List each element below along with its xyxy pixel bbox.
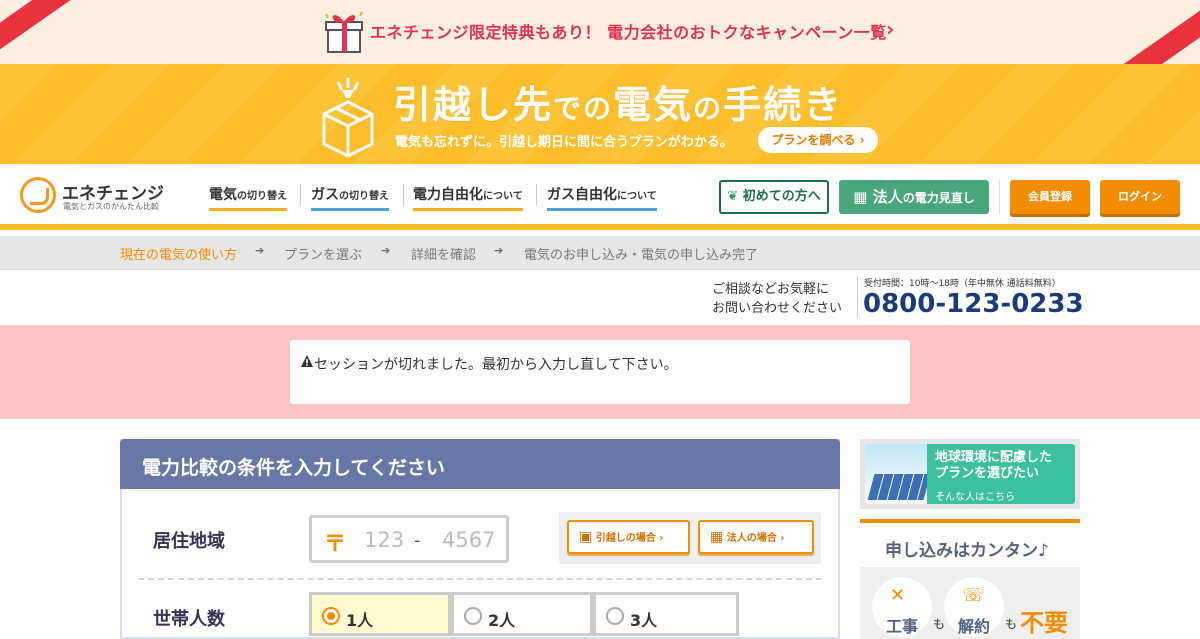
radio-button[interactable] [322,607,340,625]
zip-code-input[interactable]: 〒 123 - 4567 [309,515,509,563]
form-title: 電力比較の条件を入力してください [142,457,445,479]
ribbon-decoration [1106,0,1200,64]
radio-button[interactable] [464,607,482,625]
corporate-case-button[interactable]: ▦ 法人の場合 › [698,520,814,554]
session-expired-alert: セッションが切れました。最初から入力し直して下さい。 [290,340,910,404]
box-icon: ▣ [579,529,593,545]
login-button[interactable]: ログイン [1100,180,1180,214]
nav-divider [999,180,1000,214]
hero-title: 引越し先での電気の手続き [393,83,844,127]
register-button[interactable]: 会員登録 [1010,180,1090,214]
step-choose-plan: プランを選ぶ [284,248,363,263]
tools-icon: ✕ [890,585,906,606]
nav-gas-switch[interactable]: ガスの切り替え [311,184,389,211]
nav-electricity-switch[interactable]: 電気の切り替え [209,184,287,211]
alert-section: セッションが切れました。最初から入力し直して下さい。 [0,325,1200,419]
step-confirm: 詳細を確認 [411,248,477,263]
check-plans-button[interactable]: プランを調べる › [758,127,878,153]
eco-heading: 地球環境に配慮した プランを選びたい [935,450,1053,481]
postal-mark-icon: 〒 [324,532,347,557]
region-label: 居住地域 [153,531,225,552]
form-divider [138,578,822,580]
step-arrow-icon: ➔ [494,244,504,257]
nav-power-liberalization[interactable]: 電力自由化について [413,184,523,211]
zip-dash: - [414,530,421,551]
alert-message: セッションが切れました。最初から入力し直して下さい。 [314,357,678,373]
no-construction-badge: ✕ 工事 [872,577,932,637]
logo-tagline: 電気とガスのかんたん比較 [63,202,159,211]
household-label: 世帯人数 [153,609,225,630]
not-required-text: 不要 [1020,609,1068,637]
building-icon: ▦ [710,529,724,545]
mo-text: も [933,617,946,631]
chevron-right-icon: › [886,17,895,41]
gift-box-icon [325,11,363,53]
step-current-usage: 現在の電気の使い方 [120,248,238,263]
household-option-2[interactable]: 2人 [451,592,593,636]
radio-button[interactable] [606,607,624,625]
easy-title: 申し込みはカンタン♪ [885,541,1049,561]
nav-divider [536,184,537,206]
global-nav: エネチェンジ 電気とガスのかんたん比較 電気の切り替え ガスの切り替え 電力自由… [0,164,1200,230]
contact-area: ご相談などお気軽に お問い合わせください 受付時間：10時〜18時（年中無休 通話… [0,270,1200,325]
eco-text-box: 地球環境に配慮した プランを選びたい そんな人はこちら [927,444,1075,504]
contact-divider [857,276,858,318]
household-option-1[interactable]: 1人 [309,592,451,636]
special-case-buttons: ▣ 引越しの場合 › ▦ 法人の場合 › [559,512,821,564]
contact-hours: 受付時間：10時〜18時（年中無休 通話料無料） [864,279,1061,289]
solar-panel-icon [867,474,931,500]
ribbon-decoration [0,0,94,64]
step-apply-complete: 電気のお申し込み・電気の申し込み完了 [524,248,759,263]
site-logo[interactable]: エネチェンジ 電気とガスのかんたん比較 [20,177,170,217]
warning-icon [301,355,313,367]
step-arrow-icon: ➔ [255,244,265,257]
no-cancellation-badge: ☏ 解約 [944,577,1004,637]
moving-hero-banner[interactable]: 引越し先での電気の手続き 電気も忘れずに。引越し期日に間に合うプランがわかる。 … [0,64,1200,164]
beginner-button[interactable]: ❦ 初めての方へ [719,180,829,214]
contact-prompt: ご相談などお気軽に お問い合わせください [712,282,843,316]
zip-second-field[interactable]: 4567 [442,528,495,552]
building-icon: ▦ [853,188,868,206]
moving-case-button[interactable]: ▣ 引越しの場合 › [567,520,690,554]
nav-divider [403,184,404,206]
zip-first-field[interactable]: 123 [364,528,404,552]
solar-panel-image [865,444,931,504]
step-arrow-icon: ➔ [381,244,391,257]
household-option-3[interactable]: 3人 [593,592,739,636]
eco-plan-banner[interactable]: 地球環境に配慮した プランを選びたい そんな人はこちら [860,439,1080,509]
logo-mark-icon [20,177,56,213]
campaign-text: エネチェンジ限定特典もあり！ 電力会社のおトクなキャンペーン一覧 [370,23,887,42]
progress-steps: 現在の電気の使い方 ➔ プランを選ぶ ➔ 詳細を確認 ➔ 電気のお申し込み・電気… [0,236,1200,270]
beginner-leaf-icon: ❦ [727,189,739,204]
phone-icon: ☏ [962,585,985,606]
phone-number[interactable]: 0800-123-0233 [863,289,1084,319]
easy-application-box: 申し込みはカンタン♪ ✕ 工事 も ☏ 解約 も 不要 [860,519,1080,639]
form-header: 電力比較の条件を入力してください [120,439,840,489]
eco-subtext: そんな人はこちら [935,492,1015,503]
campaign-banner[interactable]: エネチェンジ限定特典もあり！ 電力会社のおトクなキャンペーン一覧 › [0,0,1200,64]
easy-header: 申し込みはカンタン♪ [860,523,1080,567]
nav-gas-liberalization[interactable]: ガス自由化について [547,184,657,211]
nav-divider [300,184,301,206]
hero-subtitle: 電気も忘れずに。引越し期日に間に合うプランがわかる。 [395,135,733,150]
mo-text: も [1005,617,1018,631]
corporate-button[interactable]: ▦ 法人の電力見直し [839,180,989,214]
moving-box-icon [322,78,374,158]
